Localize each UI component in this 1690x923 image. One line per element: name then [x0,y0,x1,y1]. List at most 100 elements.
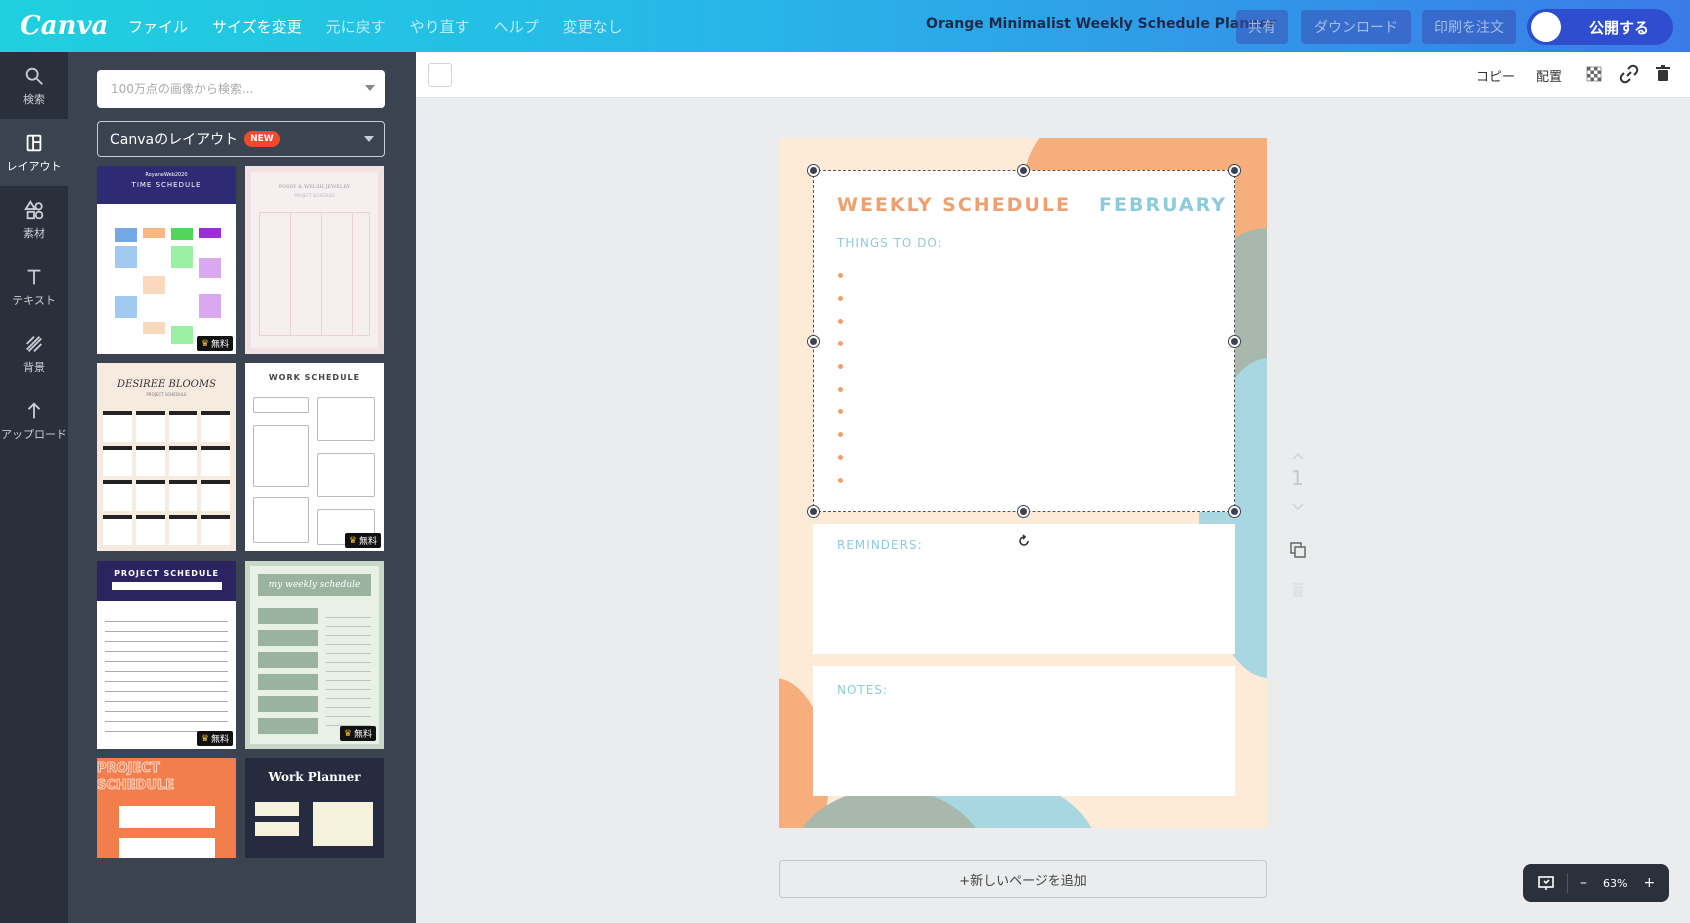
month-heading[interactable]: FEBRUARY [1099,194,1227,216]
zoom-level[interactable]: 63% [1603,877,1627,890]
resize-handle-left[interactable] [808,336,819,347]
rotate-icon[interactable] [1016,533,1032,549]
link-icon[interactable] [1619,64,1639,84]
design-page[interactable]: WEEKLY SCHEDULE FEBRUARY THINGS TO DO: R… [779,138,1267,828]
rail-upload[interactable]: アップロード [0,387,68,454]
resize-handle-top-right[interactable] [1229,165,1240,176]
resize-handle-right[interactable] [1229,336,1240,347]
todo-bullet [838,341,843,346]
todo-bullet [838,455,843,460]
template-title: TIME SCHEDULE [131,181,202,189]
layout-filter-label: Canvaのレイアウト [110,132,239,148]
search-icon [25,67,43,85]
template-thumbnail[interactable]: PROJECT SCHEDULE ♛ 無料 [97,561,236,749]
template-title: PROJECT SCHEDULE [114,569,219,578]
zoom-out-button[interactable]: – [1580,875,1587,891]
resize-handle-bottom-right[interactable] [1229,506,1240,517]
rail-upload-label: アップロード [1,427,67,441]
image-search[interactable] [97,70,385,108]
template-thumbnail[interactable]: WORK SCHEDULE ♛ 無料 [245,363,384,551]
upload-icon [27,401,41,418]
rail-text[interactable]: テキスト [0,253,68,320]
add-page-button[interactable]: +新しいページを追加 [779,860,1267,898]
layout-icon [26,134,42,151]
template-title: WORK SCHEDULE [268,373,361,382]
rail-background[interactable]: 背景 [0,320,68,387]
todo-bullet [838,478,843,483]
search-input[interactable] [111,82,351,96]
rail-search-label: 検索 [23,92,45,106]
zoom-divider [1567,873,1568,893]
menu-undo[interactable]: 元に戻す [326,16,386,37]
todo-bullet [838,432,843,437]
chevron-down-icon[interactable] [1288,496,1308,516]
crown-icon: ♛ [343,728,352,739]
crown-icon: ♛ [200,338,209,349]
copy-button[interactable]: コピー [1476,66,1515,85]
template-thumbnail[interactable]: RoyaneWeb2020 TIME SCHEDULE ♛ 無料 [97,166,236,354]
resize-handle-top[interactable] [1018,165,1029,176]
menu-redo[interactable]: やり直す [410,16,470,37]
rail-elements-label: 素材 [23,226,45,240]
layouts-panel: Canvaのレイアウト NEW RoyaneWeb2020 TIME SCHED… [68,52,416,923]
todo-bullet [838,387,843,392]
template-title: PROJECT SCHEDULE [97,761,175,794]
menu-resize[interactable]: サイズを変更 [212,16,302,37]
things-to-do-label[interactable]: THINGS TO DO: [837,236,943,250]
transparency-icon[interactable] [1584,64,1604,84]
editor-toolbar: コピー 配置 [416,52,1690,98]
todo-bullet [838,296,843,301]
free-badge: ♛ 無料 [339,726,376,741]
template-thumbnail[interactable]: POSSY & WELSH JEWELRY PROJECT SCHEDULE [245,166,384,354]
download-button[interactable]: ダウンロード [1301,10,1411,44]
notes-label[interactable]: NOTES: [837,683,888,697]
resize-handle-top-left[interactable] [808,165,819,176]
template-thumbnail[interactable]: PROJECT SCHEDULE [97,758,236,858]
top-bar: Canva ファイル サイズを変更 元に戻す やり直す ヘルプ 変更なし Ora… [0,0,1690,52]
template-thumbnail[interactable]: my weekly schedule ♛ 無料 [245,561,384,749]
todo-card[interactable] [813,170,1235,512]
duplicate-page-icon[interactable] [1288,540,1308,560]
free-badge: ♛ 無料 [344,533,381,548]
publish-toggle[interactable]: 公開する [1527,9,1673,45]
menu-help[interactable]: ヘルプ [494,16,539,37]
zoom-in-button[interactable]: + [1643,875,1655,891]
background-icon [26,335,42,352]
main-menu: ファイル サイズを変更 元に戻す やり直す ヘルプ 変更なし [128,16,647,37]
chevron-up-icon[interactable] [1288,446,1308,466]
resize-handle-bottom[interactable] [1018,506,1029,517]
menu-file[interactable]: ファイル [128,16,188,37]
publish-label: 公開する [1589,18,1650,37]
delete-page-icon[interactable] [1288,580,1308,600]
reminders-label[interactable]: REMINDERS: [837,538,923,552]
share-button[interactable]: 共有 [1236,10,1288,44]
document-title[interactable]: Orange Minimalist Weekly Schedule Planne… [926,16,1276,32]
template-thumbnail[interactable]: Work Planner [245,758,384,858]
layout-filter-select[interactable]: Canvaのレイアウト NEW [97,121,385,157]
free-badge: ♛ 無料 [196,336,233,351]
print-order-button[interactable]: 印刷を注文 [1422,10,1516,44]
rail-layout-label: レイアウト [6,159,62,173]
template-thumbnail[interactable]: DESIREE BLOOMS PROJECT SCHEDULE [97,363,236,551]
rail-search[interactable]: 検索 [0,52,68,119]
weekly-schedule-heading[interactable]: WEEKLY SCHEDULE [837,194,1071,216]
trash-icon[interactable] [1653,64,1673,84]
arrange-button[interactable]: 配置 [1536,66,1562,85]
canva-logo[interactable]: Canva [20,11,110,41]
template-title: my weekly schedule [258,574,371,596]
zoom-control: – 63% + [1523,864,1669,902]
new-badge: NEW [244,131,280,147]
template-title: POSSY & WELSH JEWELRY [278,184,351,190]
todo-bullet [838,319,843,324]
resize-handle-bottom-left[interactable] [808,506,819,517]
text-icon [27,269,41,284]
color-swatch[interactable] [428,63,452,87]
elements-icon [24,199,44,219]
crown-icon: ♛ [348,535,357,546]
rail-layout[interactable]: レイアウト [0,119,68,186]
page-number: 1 [1291,466,1304,490]
toggle-knob [1531,12,1561,42]
rail-elements[interactable]: 素材 [0,186,68,253]
chevron-down-icon[interactable] [365,85,375,91]
present-icon[interactable] [1537,874,1555,892]
